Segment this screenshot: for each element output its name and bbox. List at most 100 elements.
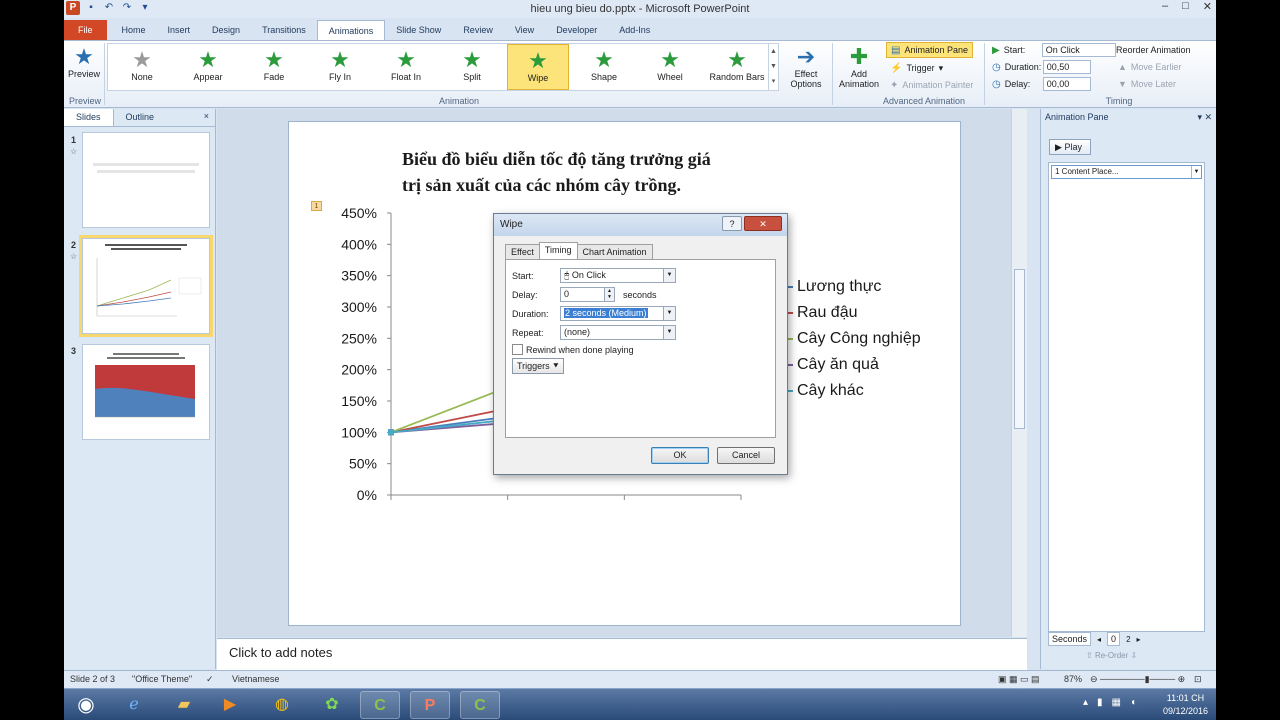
repeat-row: Repeat: (none) ▼ — [512, 325, 676, 340]
close-window-button[interactable]: ✕ — [1203, 0, 1212, 13]
help-button[interactable]: ? — [722, 216, 742, 231]
volume-icon[interactable]: ◖ — [1130, 697, 1136, 708]
y-tick-label: 450% — [341, 205, 377, 221]
close-pane-icon[interactable]: × — [198, 109, 215, 126]
zoom-level[interactable]: 87% — [1064, 674, 1082, 684]
animation-order-tag[interactable]: 1 — [311, 201, 322, 211]
battery-icon[interactable]: ▮ — [1097, 697, 1103, 708]
slide-thumbnail-3[interactable] — [82, 344, 210, 440]
y-tick-label: 350% — [341, 268, 377, 284]
slide-thumbnail-1[interactable] — [82, 132, 210, 228]
tab-transitions[interactable]: Transitions — [251, 20, 317, 40]
language-status[interactable]: Vietnamese — [232, 674, 279, 684]
tab-insert[interactable]: Insert — [157, 20, 202, 40]
repeat-combo[interactable]: (none) ▼ — [560, 325, 676, 340]
triggers-button[interactable]: Triggers ⯆ — [512, 358, 565, 374]
animation-list-item[interactable]: 1 Content Place... ▼ — [1051, 165, 1202, 179]
tab-file[interactable]: File — [64, 20, 107, 40]
chevron-down-icon[interactable]: ▼ — [663, 307, 675, 320]
maximize-button[interactable]: □ — [1182, 0, 1189, 13]
chevron-down-icon[interactable]: ▼ — [663, 269, 675, 282]
close-dialog-button[interactable]: ✕ — [744, 216, 782, 231]
tab-timing[interactable]: Timing — [538, 242, 578, 259]
seconds-dropdown[interactable]: Seconds — [1048, 632, 1092, 646]
clock[interactable]: 11:01 CH 09/12/2016 — [1163, 692, 1208, 718]
animation-random-bars[interactable]: ★ Random Bars — [705, 44, 769, 90]
zoom-slider[interactable]: ⊖ ───────▮──── ⊕ — [1090, 674, 1185, 685]
start-select[interactable]: On Click — [1041, 43, 1116, 57]
slide-title[interactable]: Biểu đồ biểu diễn tốc độ tăng trưởng giá… — [402, 146, 822, 198]
wheel-star-icon: ★ — [660, 47, 680, 72]
tab-home[interactable]: Home — [111, 20, 157, 40]
preview-button[interactable]: ★ Preview — [66, 45, 102, 80]
animation-float-in[interactable]: ★ Float In — [375, 44, 437, 90]
internet-explorer-icon[interactable]: ℯ — [114, 691, 154, 719]
tab-effect[interactable]: Effect — [505, 244, 540, 259]
trigger-button[interactable]: ⚡ Trigger ▾ — [890, 60, 943, 76]
file-explorer-icon[interactable]: ▰ — [164, 691, 204, 719]
network-icon[interactable]: ▦ — [1112, 697, 1121, 708]
delay-field[interactable]: 00,00 — [1042, 77, 1091, 91]
legend-item: Lương thực — [781, 274, 921, 300]
duration-field[interactable]: 00,50 — [1042, 60, 1091, 74]
cancel-button[interactable]: Cancel — [717, 447, 775, 464]
app-icon[interactable]: ✿ — [312, 691, 352, 719]
view-buttons[interactable]: ▣ ▦ ▭ ▤ — [998, 674, 1040, 685]
tab-slides[interactable]: Slides — [64, 109, 114, 126]
minimize-button[interactable]: – — [1162, 0, 1168, 13]
tab-review[interactable]: Review — [452, 20, 504, 40]
rewind-checkbox[interactable] — [512, 344, 523, 355]
notes-pane[interactable]: Click to add notes — [217, 638, 1027, 670]
fit-slide-icon[interactable]: ⊡ — [1194, 674, 1202, 685]
spinner-arrows-icon[interactable]: ▲ ▼ — [604, 288, 614, 301]
animation-wheel[interactable]: ★ Wheel — [639, 44, 701, 90]
add-animation-button[interactable]: ✚ Add Animation — [836, 45, 882, 90]
play-button[interactable]: ▶ Play — [1049, 139, 1091, 155]
effect-options-button[interactable]: ➔ Effect Options — [784, 45, 828, 90]
tray-arrow-icon[interactable]: ▴ — [1083, 697, 1088, 708]
animation-none[interactable]: ★ None — [111, 44, 173, 90]
camtasia-icon[interactable]: C — [360, 691, 400, 719]
tab-add-ins[interactable]: Add-Ins — [608, 20, 661, 40]
gallery-scroll[interactable]: ▲ ▼ ▾ — [768, 44, 778, 90]
tab-chart-animation[interactable]: Chart Animation — [576, 244, 653, 259]
series-line — [390, 407, 508, 434]
animation-appear[interactable]: ★ Appear — [177, 44, 239, 90]
animation-pane-button[interactable]: ▤ Animation Pane — [886, 42, 973, 58]
spelling-icon[interactable]: ✓ — [206, 674, 214, 685]
camtasia-recorder-icon[interactable]: C — [460, 691, 500, 719]
animation-fly-in[interactable]: ★ Fly In — [309, 44, 371, 90]
vertical-scrollbar[interactable] — [1011, 109, 1027, 637]
animation-wipe[interactable]: ★ Wipe — [507, 44, 569, 90]
chevron-down-icon[interactable]: ▼ — [1191, 166, 1201, 178]
tab-developer[interactable]: Developer — [545, 20, 608, 40]
animation-shape-label: Shape — [590, 72, 618, 82]
slide-counter: Slide 2 of 3 — [70, 674, 116, 684]
scrollbar-thumb[interactable] — [1014, 269, 1025, 429]
powerpoint-taskbar-icon[interactable]: P — [410, 691, 450, 719]
slide-thumbnail-2[interactable] — [79, 235, 213, 337]
timeline-left-icon[interactable]: ◂ — [1097, 635, 1101, 644]
start-button-icon[interactable]: ◉ — [66, 691, 106, 719]
animation-shape[interactable]: ★ Shape — [573, 44, 635, 90]
tab-slide-show[interactable]: Slide Show — [385, 20, 452, 40]
duration-combo[interactable]: 2 seconds (Medium) ▼ — [560, 306, 676, 321]
timeline-right-icon[interactable]: ▸ — [1137, 635, 1141, 644]
ok-button[interactable]: OK — [651, 447, 709, 464]
fade-star-icon: ★ — [264, 47, 284, 72]
tab-view[interactable]: View — [504, 20, 545, 40]
reorder-animation-label: Reorder Animation — [1116, 45, 1191, 55]
tab-animations[interactable]: Animations — [316, 20, 386, 40]
move-later-button: ▼ Move Later — [1118, 76, 1176, 92]
chevron-down-icon[interactable]: ▼ — [663, 326, 675, 339]
pane-menu-icon[interactable]: ▾ ✕ — [1197, 112, 1212, 124]
y-tick-label: 200% — [341, 362, 377, 378]
chrome-icon[interactable]: ◍ — [262, 691, 302, 719]
media-player-icon[interactable]: ▶ — [210, 691, 250, 719]
start-combo[interactable]: 🖰 On Click ▼ — [560, 268, 676, 283]
tab-design[interactable]: Design — [201, 20, 251, 40]
tab-outline[interactable]: Outline — [114, 109, 167, 126]
animation-split[interactable]: ★ Split — [441, 44, 503, 90]
animation-fade[interactable]: ★ Fade — [243, 44, 305, 90]
delay-spinner[interactable]: 0 ▲ ▼ — [560, 287, 615, 302]
